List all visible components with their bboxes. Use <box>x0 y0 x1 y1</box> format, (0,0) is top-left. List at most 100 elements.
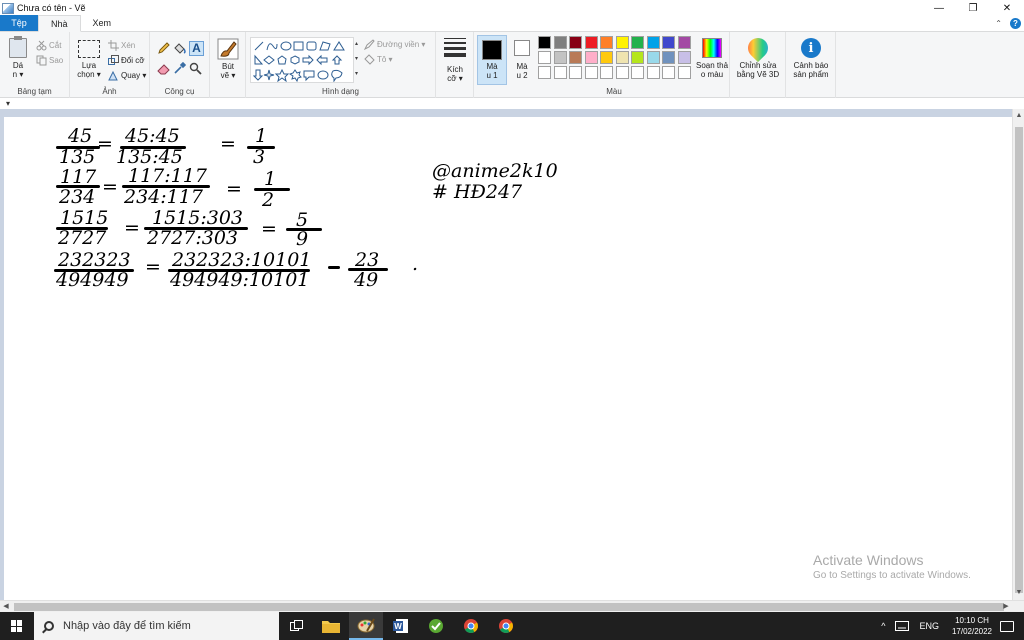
copy-button[interactable]: Sao <box>36 55 63 66</box>
color-swatch[interactable] <box>646 66 660 79</box>
color-swatch[interactable] <box>631 51 644 64</box>
brushes-button[interactable]: Bút vẽ ▾ <box>214 38 242 80</box>
size-button[interactable]: Kích cỡ ▾ <box>441 36 469 83</box>
notification-center-icon[interactable] <box>1000 620 1014 632</box>
color-swatch[interactable] <box>584 51 598 64</box>
color-swatch[interactable] <box>553 66 567 79</box>
color-swatch[interactable] <box>538 36 551 49</box>
color-swatch[interactable] <box>677 66 691 79</box>
outline-button[interactable]: Đường viền ▾ <box>364 39 425 50</box>
color2-button[interactable]: Mà u 2 <box>508 40 536 80</box>
color-swatch[interactable] <box>677 51 691 64</box>
paste-button[interactable]: Dá n ▾ <box>6 36 30 79</box>
shapes-gallery[interactable] <box>250 37 354 83</box>
color-swatch[interactable] <box>553 36 567 49</box>
color-swatch[interactable] <box>646 36 660 49</box>
text-tool-icon[interactable]: A <box>189 41 204 56</box>
color-swatch[interactable] <box>569 36 582 49</box>
vertical-scroll-thumb[interactable] <box>1015 127 1023 593</box>
image-group-label: Ảnh <box>102 87 117 96</box>
group-tools: A Công cụ <box>150 32 210 98</box>
line3-equals-2: = <box>261 218 277 240</box>
group-brushes: Bút vẽ ▾ <box>210 32 246 98</box>
scroll-up-icon[interactable]: ▲ <box>1013 111 1024 121</box>
color-swatch[interactable] <box>600 66 613 79</box>
color-swatch[interactable] <box>600 51 613 64</box>
color-swatch[interactable] <box>662 36 675 49</box>
start-button[interactable] <box>0 612 34 640</box>
eraser-icon[interactable] <box>157 62 170 75</box>
fill-button[interactable]: Tô ▾ <box>364 54 393 65</box>
show-hidden-icons-button[interactable]: ^ <box>881 621 885 631</box>
color-swatch[interactable] <box>538 51 551 64</box>
vertical-scrollbar[interactable]: ▲ ▼ <box>1012 109 1024 600</box>
word-icon[interactable]: W <box>384 612 418 640</box>
color-swatch[interactable] <box>615 36 629 49</box>
line1-denominator: 135 <box>59 146 96 168</box>
product-alert-button[interactable]: i Cảnh báo sản phẩm <box>788 38 834 79</box>
group-product-alert: i Cảnh báo sản phẩm <box>786 32 836 98</box>
select-button[interactable]: Lựa chọn ▾ <box>74 40 104 79</box>
paint-taskbar-icon[interactable] <box>349 612 383 640</box>
color-swatch[interactable] <box>631 66 644 79</box>
restore-button[interactable]: ❐ <box>956 0 990 16</box>
color-swatch[interactable] <box>538 66 551 79</box>
color-swatch[interactable] <box>553 51 567 64</box>
rotate-button[interactable]: Quay ▾ <box>108 70 146 81</box>
resize-button[interactable]: Đổi cỡ <box>108 55 144 66</box>
color-swatch[interactable] <box>631 36 644 49</box>
edit-colors-label: Soạn thả o màu <box>695 61 729 79</box>
horizontal-scroll-thumb[interactable] <box>14 603 1004 611</box>
edit-with-paint3d-button[interactable]: Chỉnh sửa bằng Vẽ 3D <box>732 33 784 79</box>
app-green-icon[interactable] <box>419 612 453 640</box>
color-swatch[interactable] <box>584 66 598 79</box>
tab-view[interactable]: Xem <box>81 15 124 31</box>
collapse-ribbon-icon[interactable]: ⌃ <box>995 19 1002 28</box>
language-indicator[interactable]: ENG <box>919 621 939 631</box>
shapes-gallery-icons <box>253 41 345 82</box>
taskbar-search[interactable]: Nhập vào đây để tìm kiếm <box>34 612 279 640</box>
color-swatch[interactable] <box>677 36 691 49</box>
group-image: Lựa chọn ▾ Xén Đổi cỡ Quay ▾ Ảnh <box>70 32 150 98</box>
minimize-button[interactable]: — <box>922 0 956 16</box>
drawing-canvas[interactable]: 45 135 = 45:45 135:45 = 1 3 117 234 = 11… <box>4 117 1012 600</box>
color1-button[interactable]: Mà u 1 <box>478 40 506 80</box>
color-swatch[interactable] <box>615 51 629 64</box>
tab-home[interactable]: Nhà <box>38 15 81 32</box>
horizontal-scrollbar[interactable]: ◀ ▶ <box>0 600 1024 612</box>
chrome-profile-icon[interactable] <box>489 612 523 640</box>
close-button[interactable]: ✕ <box>990 0 1024 16</box>
keyboard-icon[interactable] <box>895 621 910 631</box>
fill-bucket-icon[interactable] <box>173 42 186 55</box>
edit-colors-button[interactable]: Soạn thả o màu <box>694 38 730 79</box>
shapes-scroll[interactable]: ▴ ▾ ▾ <box>355 37 361 83</box>
cut-button[interactable]: Cắt <box>36 40 61 51</box>
color-swatch[interactable] <box>584 36 598 49</box>
copy-label: Sao <box>49 56 64 65</box>
pencil-icon[interactable] <box>157 42 170 55</box>
color-swatch[interactable] <box>662 51 675 64</box>
color-picker-icon[interactable] <box>173 62 186 75</box>
color-swatch[interactable] <box>569 51 582 64</box>
task-view-icon[interactable] <box>280 612 314 640</box>
magnifier-icon[interactable] <box>189 62 202 75</box>
help-icon[interactable]: ? <box>1010 18 1021 29</box>
color1-swatch <box>482 40 502 60</box>
color-swatch[interactable] <box>615 66 629 79</box>
chrome-icon[interactable] <box>454 612 488 640</box>
taskbar-clock[interactable]: 10:10 CH 17/02/2022 <box>952 615 992 637</box>
color-swatch[interactable] <box>662 66 675 79</box>
resize-label: Đổi cỡ <box>121 56 145 65</box>
color-swatch[interactable] <box>600 36 613 49</box>
file-explorer-icon[interactable] <box>314 612 348 640</box>
color-swatch[interactable] <box>569 66 582 79</box>
crop-button[interactable]: Xén <box>108 40 135 51</box>
scroll-down-icon[interactable]: ▼ <box>1013 588 1024 598</box>
system-tray: ^ ENG 10:10 CH 17/02/2022 <box>876 612 1024 640</box>
quick-access-toolbar: ▾ <box>0 99 1024 109</box>
color-swatch[interactable] <box>646 51 660 64</box>
tag-username: @anime2k10 <box>432 160 558 182</box>
group-clipboard: Dá n ▾ Cắt Sao Bảng tạm <box>0 32 70 98</box>
customize-qat-button[interactable]: ▾ <box>6 99 10 108</box>
tab-file[interactable]: Tệp <box>0 15 38 31</box>
